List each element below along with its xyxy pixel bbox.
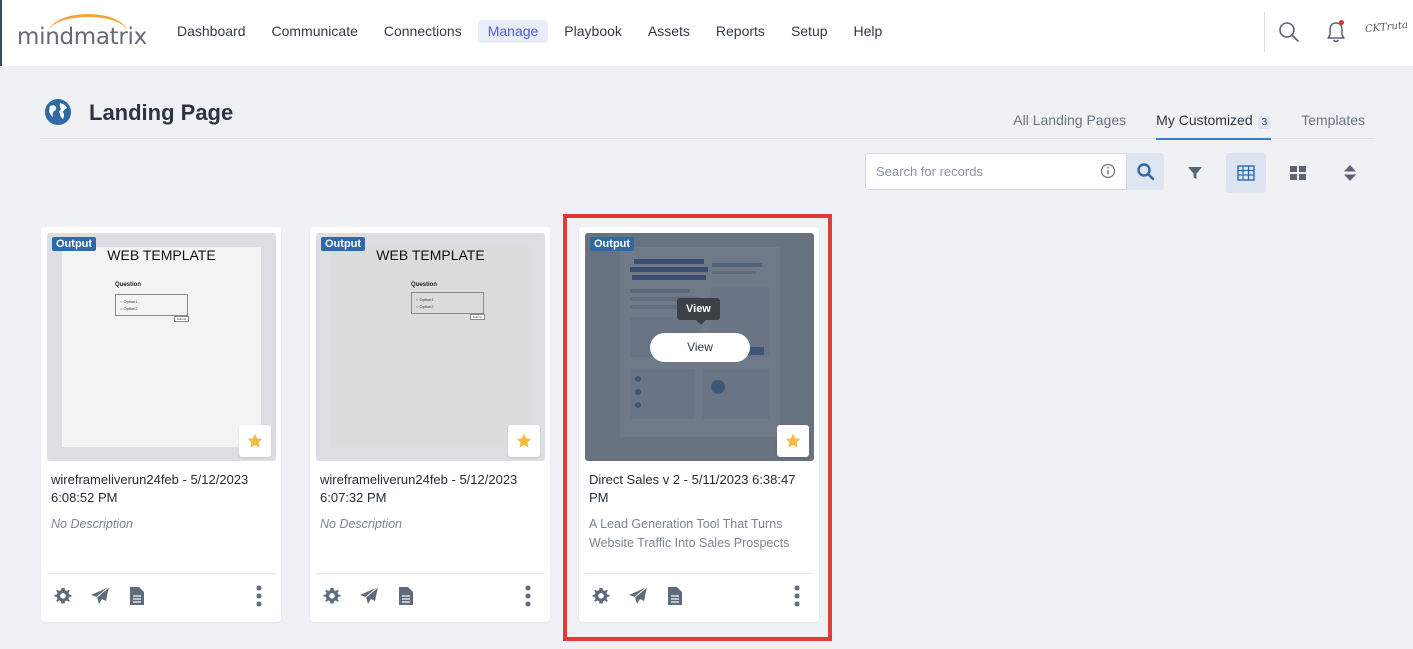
thumbnail-question: Question <box>411 282 438 288</box>
thumbnail-options: ○ Option1 ○ Option2 <box>411 292 484 314</box>
grid-view-icon <box>1290 166 1306 180</box>
highlight-box <box>563 214 832 641</box>
card-thumbnail[interactable]: WEB TEMPLATE Question ○ Option1 ○ Option… <box>47 233 276 461</box>
card-title[interactable]: wireframeliverun24feb - 5/12/2023 6:07:3… <box>320 471 542 507</box>
thumbnail-page: WEB TEMPLATE Question ○ Option1 ○ Option… <box>62 247 261 447</box>
output-tag: Output <box>321 237 366 251</box>
thumbnail-option-label: Option1 <box>123 299 138 304</box>
nav-item-reports[interactable]: Reports <box>706 20 775 43</box>
notification-dot <box>1339 20 1344 25</box>
gear-icon[interactable] <box>53 586 73 606</box>
nav-item-setup[interactable]: Setup <box>781 20 838 43</box>
thumbnail-page: WEB TEMPLATE Question ○ Option1 ○ Option… <box>331 247 530 447</box>
search-field <box>865 153 1127 190</box>
document-icon[interactable] <box>397 586 415 606</box>
output-tag: Output <box>52 237 97 251</box>
gear-icon[interactable] <box>322 586 342 606</box>
logo-text: mindmatrix <box>17 24 147 50</box>
search-icon <box>1137 163 1155 181</box>
thumbnail-option: ○ Option2 <box>416 304 434 309</box>
card-thumbnail[interactable]: WEB TEMPLATE Question ○ Option1 ○ Option… <box>316 233 545 461</box>
thumbnail-option-label: Option2 <box>419 304 434 309</box>
tab-label: Templates <box>1301 112 1365 128</box>
search-button[interactable] <box>1127 153 1164 190</box>
main-nav: Dashboard Communicate Connections Manage… <box>167 20 892 43</box>
tab-templates[interactable]: Templates <box>1301 112 1365 140</box>
sort-icon <box>1344 165 1356 181</box>
nav-item-playbook[interactable]: Playbook <box>554 20 632 43</box>
list-view-button[interactable] <box>1226 153 1266 193</box>
filter-button[interactable] <box>1175 153 1215 193</box>
more-options-icon[interactable] <box>524 585 532 607</box>
top-navigation-bar: mindmatrix Dashboard Communicate Connect… <box>0 0 1413 66</box>
count-badge: 3 <box>1257 116 1272 129</box>
thumbnail-options: ○ Option1 ○ Option2 <box>115 294 188 316</box>
nav-item-assets[interactable]: Assets <box>638 20 700 43</box>
landing-page-card[interactable]: WEB TEMPLATE Question ○ Option1 ○ Option… <box>41 227 281 622</box>
thumbnail-option: ○ Option1 <box>416 297 434 302</box>
filter-icon <box>1188 167 1202 179</box>
nav-item-manage[interactable]: Manage <box>477 20 549 43</box>
star-icon <box>247 433 263 448</box>
mindmatrix-logo[interactable]: mindmatrix <box>17 14 147 50</box>
info-icon[interactable] <box>1100 163 1116 179</box>
star-icon <box>516 433 532 448</box>
thumbnail-option-label: Option1 <box>419 297 434 302</box>
send-icon[interactable] <box>359 586 379 606</box>
favorite-button[interactable] <box>239 425 271 457</box>
tab-label: All Landing Pages <box>1013 112 1127 128</box>
search-input[interactable] <box>866 154 1086 189</box>
favorite-button[interactable] <box>508 425 540 457</box>
thumbnail-submit: Submit <box>470 314 485 320</box>
more-options-icon[interactable] <box>255 585 263 607</box>
page-tabs: All Landing Pages My Customized 3 Templat… <box>1013 112 1365 140</box>
nav-item-dashboard[interactable]: Dashboard <box>167 20 256 43</box>
globe-icon <box>45 99 71 125</box>
search-icon[interactable] <box>1277 20 1301 44</box>
nav-item-communicate[interactable]: Communicate <box>262 20 368 43</box>
thumbnail-question: Question <box>115 282 142 288</box>
send-icon[interactable] <box>90 586 110 606</box>
document-icon[interactable] <box>128 586 146 606</box>
thumbnail-option: ○ Option2 <box>120 306 138 311</box>
page-header: Landing Page All Landing Pages My Custom… <box>40 94 1375 140</box>
thumbnail-submit: Submit <box>174 316 189 322</box>
list-view-icon <box>1237 165 1255 181</box>
landing-page-card[interactable]: WEB TEMPLATE Question ○ Option1 ○ Option… <box>310 227 550 622</box>
nav-item-connections[interactable]: Connections <box>374 20 472 43</box>
grid-view-button[interactable] <box>1278 153 1318 193</box>
card-title[interactable]: wireframeliverun24feb - 5/12/2023 6:08:5… <box>51 471 273 507</box>
tab-my-customized[interactable]: My Customized 3 <box>1156 112 1272 140</box>
thumbnail-option-label: Option2 <box>123 306 138 311</box>
sort-button[interactable] <box>1330 153 1370 193</box>
page-title: Landing Page <box>89 100 234 125</box>
card-description: No Description <box>320 517 402 531</box>
tab-label: My Customized <box>1156 112 1253 128</box>
tab-all-landing-pages[interactable]: All Landing Pages <box>1013 112 1126 140</box>
card-actions <box>47 573 276 622</box>
card-description: No Description <box>51 517 133 531</box>
nav-item-help[interactable]: Help <box>844 20 893 43</box>
card-actions <box>316 573 545 622</box>
thumbnail-option: ○ Option1 <box>120 299 138 304</box>
